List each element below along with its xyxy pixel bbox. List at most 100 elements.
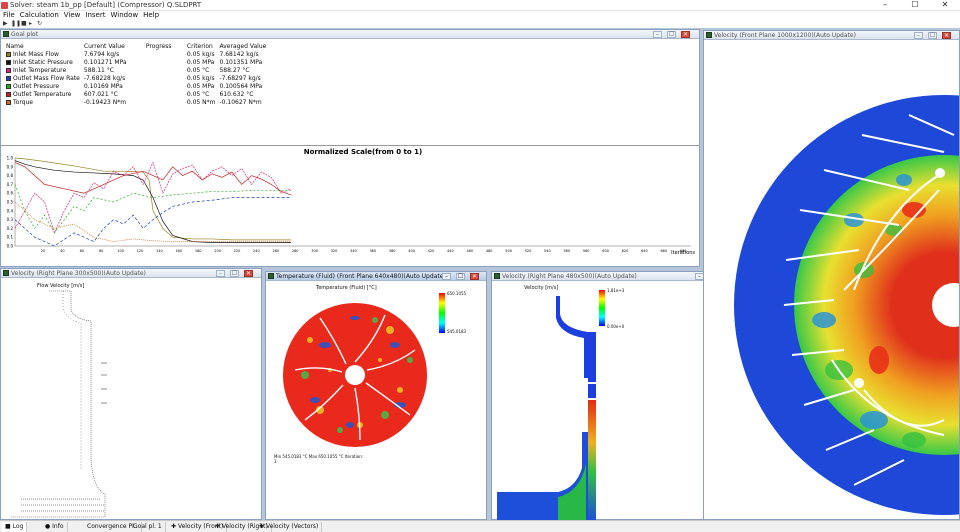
goals-header-row: Name Current Value Progress Criterion Av…	[4, 42, 287, 50]
menu-calculation[interactable]: Calculation	[20, 11, 59, 19]
legend-max-label: 650.1055	[447, 291, 467, 296]
velocity-vector-plot[interactable]	[1, 279, 261, 519]
chart-x-tick-label: 20	[41, 249, 45, 253]
chart-y-tick-label: 0.4	[7, 208, 14, 213]
col-current[interactable]: Current Value	[82, 42, 144, 50]
velocity-meridional-plot[interactable]	[496, 292, 606, 520]
chart-x-tick-label: 560	[563, 249, 570, 253]
toolbar: ▶ ❚❚ ■ ▸ ↻	[0, 20, 960, 28]
window-maximize-button[interactable]: ☐	[456, 273, 465, 280]
legend-min-label: 0.00e+0	[607, 324, 625, 329]
temperature-impeller-plot[interactable]	[280, 300, 430, 450]
menu-insert[interactable]: Insert	[85, 11, 105, 19]
menu-window[interactable]: Window	[110, 11, 138, 19]
window-close-button[interactable]: ✕	[681, 31, 690, 38]
window-maximize-button[interactable]: ☐	[230, 270, 239, 277]
tab-velocity-vectors[interactable]: ✚ Velocity (Vectors)	[256, 522, 323, 532]
col-averaged[interactable]: Averaged Value	[217, 42, 287, 50]
window-close-button[interactable]: ✕	[942, 32, 951, 39]
chart-x-tick-label: 60	[80, 249, 84, 253]
chart-x-tick-label: 460	[466, 249, 473, 253]
goal-criterion: 0.05 kg/s	[186, 74, 215, 82]
chart-x-tick-label: 360	[369, 249, 376, 253]
goal-row[interactable]: Outlet Temperature 607.021 °C 0.05 °C 610.6…	[4, 91, 287, 99]
chart-series-line	[14, 162, 292, 196]
chart-x-tick-label: 660	[660, 249, 667, 253]
goal-current: -0.19423 N*m	[83, 99, 127, 107]
window-maximize-button[interactable]: ☐	[667, 31, 676, 38]
goal-row[interactable]: Inlet Temperature 588.11 °C 0.05 °C 588.27 …	[4, 66, 287, 74]
series-swatch	[6, 51, 11, 57]
goal-current: -7.68228 kg/s	[83, 74, 126, 82]
chart-x-tick-label: 300	[311, 249, 318, 253]
play-icon[interactable]: ▶	[3, 20, 8, 27]
plot-caption: Velocity [m/s]	[524, 285, 559, 291]
temperature-color-legend	[439, 293, 445, 333]
col-name[interactable]: Name	[4, 42, 82, 50]
tab-goal-plot[interactable]: Goal pl. 1	[130, 522, 166, 532]
goal-averaged: 610.632 °C	[219, 91, 254, 99]
window-minimize-button[interactable]: –	[914, 32, 923, 39]
goal-row[interactable]: Inlet Mass Flow 7.6794 kg/s 0.05 kg/s 7.681…	[4, 50, 287, 58]
goal-criterion: 0.05 °C	[186, 91, 210, 99]
series-swatch	[6, 67, 11, 73]
chart-x-tick-label: 580	[583, 249, 590, 253]
chart-x-tick-label: 440	[447, 249, 454, 253]
temperature-front-titlebar: Temperature (Fluid) (Front Plane 640x480…	[266, 272, 486, 281]
chart-y-tick-label: 0.1	[7, 235, 14, 240]
plot-caption: Temperature (Fluid) [°C]	[316, 285, 377, 291]
window-minimize-button[interactable]: –	[653, 31, 662, 38]
goal-row[interactable]: Outlet Pressure 0.10169 MPa 0.05 MPa 0.1005…	[4, 82, 287, 90]
chart-x-tick-label: 380	[389, 249, 396, 253]
pause-icon[interactable]: ❚❚	[11, 20, 21, 27]
goal-row[interactable]: Outlet Mass Flow Rate -7.68228 kg/s 0.05 k…	[4, 74, 287, 82]
minimize-button[interactable]: –	[870, 0, 900, 11]
tab-info[interactable]: ● Info	[42, 522, 68, 532]
goal-criterion: 0.05 MPa	[186, 58, 215, 66]
chart-y-tick-label: 0.2	[7, 226, 14, 231]
chart-y-tick-label: 1.0	[7, 156, 14, 161]
tab-log[interactable]: ■ Log	[2, 522, 28, 532]
step-icon[interactable]: ▸	[29, 20, 32, 27]
window-minimize-button[interactable]: –	[442, 273, 451, 280]
goal-row[interactable]: Torque -0.19423 N*m 0.05 N*m -0.10627 N*m	[4, 99, 287, 107]
window-minimize-button[interactable]: –	[216, 270, 225, 277]
goal-progress	[144, 99, 185, 107]
chart-x-tick-label: 260	[272, 249, 279, 253]
goal-convergence-chart: Normalized Scale(from 0 to 1) Iterations…	[7, 148, 696, 256]
menu-file[interactable]: File	[3, 11, 15, 19]
chart-y-tick-label: 0.7	[7, 182, 14, 187]
velocity-impeller-zoom-plot[interactable]	[704, 40, 959, 519]
chart-x-tick-label: 200	[214, 249, 221, 253]
chart-y-tick-label: 0.9	[7, 164, 14, 169]
col-progress[interactable]: Progress	[144, 42, 185, 50]
chart-title: Normalized Scale(from 0 to 1)	[304, 148, 422, 156]
window-icon	[3, 31, 9, 37]
goal-progress	[144, 58, 185, 66]
close-button[interactable]: ✕	[930, 0, 960, 11]
maximize-button[interactable]: ☐	[900, 0, 930, 11]
velocity-right-small-title: Velocity (Right Plane 300x500)(Auto Upda…	[11, 270, 146, 277]
series-swatch	[6, 92, 11, 98]
app-title: Solver: steam 1b_pp [Default] (Compresso…	[10, 1, 202, 9]
window-close-button[interactable]: ✕	[244, 270, 253, 277]
tab-label: Velocity (Vectors)	[265, 523, 319, 530]
chart-x-tick-label: 100	[117, 249, 124, 253]
refresh-icon[interactable]: ↻	[37, 20, 42, 27]
app-title-bar: Solver: steam 1b_pp [Default] (Compresso…	[0, 0, 960, 11]
chart-x-tick-label: 160	[175, 249, 182, 253]
menu-view[interactable]: View	[64, 11, 81, 19]
legend-max-label: 1.81e+3	[607, 288, 625, 293]
goal-name: Outlet Pressure	[13, 83, 60, 91]
col-criterion[interactable]: Criterion	[185, 42, 218, 50]
window-close-button[interactable]: ✕	[470, 273, 479, 280]
window-maximize-button[interactable]: ☐	[928, 32, 937, 39]
goal-row[interactable]: Inlet Static Pressure 0.101271 MPa 0.05 MP…	[4, 58, 287, 66]
window-icon	[706, 32, 712, 38]
stop-icon[interactable]: ■	[21, 20, 27, 27]
goal-plot-window: Goal plot – ☐ ✕ Name Current Value Progr…	[0, 29, 700, 267]
chart-x-tick-label: 640	[641, 249, 648, 253]
velocity-front-large-window: Velocity (Front Plane 1000x1200)(Auto Up…	[703, 30, 960, 520]
menu-help[interactable]: Help	[143, 11, 159, 19]
chart-x-tick-label: 520	[525, 249, 532, 253]
